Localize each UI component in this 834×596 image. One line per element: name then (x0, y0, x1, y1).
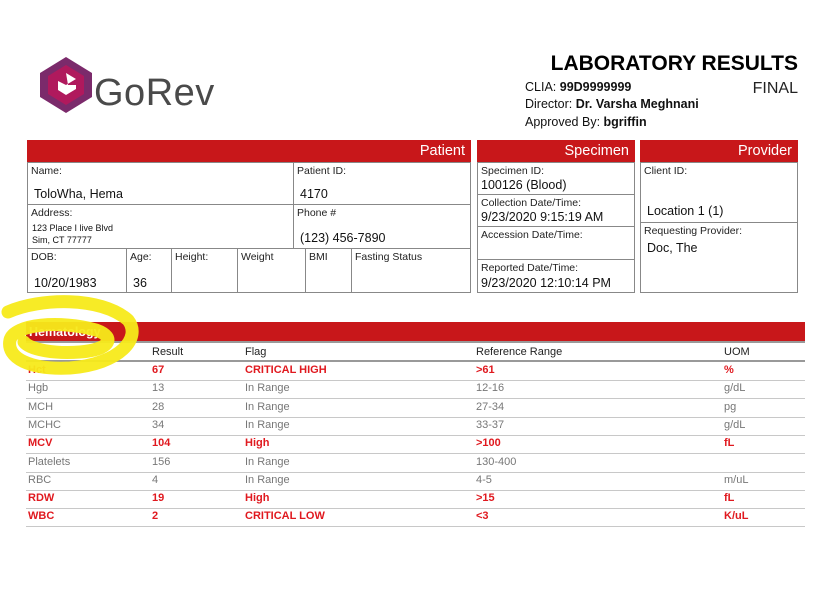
uom-value: g/dL (724, 418, 746, 431)
uom-value: K/uL (724, 510, 749, 523)
patient-id-cell: Patient ID: 4170 (293, 162, 471, 205)
report-title: LABORATORY RESULTS (550, 52, 798, 75)
reference-range: 4-5 (476, 473, 492, 486)
flag-value: CRITICAL LOW (245, 510, 325, 523)
provider-box: Client ID: Location 1 (1) Requesting Pro… (640, 162, 798, 293)
flag-value: CRITICAL HIGH (245, 364, 327, 376)
address-cell: Address: 123 Place I live Blvd Sim, CT 7… (27, 204, 294, 249)
height-cell: Height: (171, 248, 238, 293)
result-value: 104 (152, 437, 171, 450)
patient-header: Patient (27, 140, 471, 162)
provider-header: Provider (640, 140, 798, 162)
uom-value: g/dL (724, 382, 746, 395)
test-name: RDW (28, 492, 55, 505)
table-row: WBC 2 CRITICAL LOW <3 K/uL (26, 508, 805, 528)
col-uom: UOM (724, 346, 750, 358)
test-name: MCV (28, 437, 53, 450)
result-value: 156 (152, 455, 171, 468)
result-value: 2 (152, 510, 159, 523)
report-status: FINAL (752, 80, 798, 97)
result-value: 19 (152, 492, 165, 505)
table-row: MCV 104 High >100 fL (26, 435, 805, 455)
table-row: MCH 28 In Range 27-34 pg (26, 399, 805, 418)
table-row: MCHC 34 In Range 33-37 g/dL (26, 417, 805, 436)
reference-range: >100 (476, 437, 501, 450)
table-row: RDW 19 High >15 fL (26, 490, 805, 510)
uom-value: m/uL (724, 473, 749, 486)
reference-range: <3 (476, 510, 489, 523)
flag-value: High (245, 437, 270, 450)
result-value: 34 (152, 418, 165, 431)
test-name: MCHC (28, 418, 61, 431)
specimen-box: Specimen ID: 100126 (Blood) Collection D… (477, 162, 635, 293)
result-value: 4 (152, 473, 159, 486)
age-cell: Age: 36 (126, 248, 172, 293)
test-name: Platelets (28, 455, 71, 468)
flag-value: In Range (245, 455, 290, 468)
col-flag: Flag (245, 346, 267, 358)
hematology-divider (26, 341, 805, 343)
flag-value: In Range (245, 382, 290, 395)
name-cell: Name: ToloWha, Hema (27, 162, 294, 205)
reported-cell: Reported Date/Time: 9/23/2020 12:10:14 P… (477, 259, 635, 293)
reference-range: 33-37 (476, 418, 505, 431)
test-name: RBC (28, 473, 52, 486)
reference-range: 27-34 (476, 400, 505, 413)
uom-value: pg (724, 400, 737, 413)
uom-value: fL (724, 492, 735, 505)
col-range: Reference Range (476, 346, 563, 358)
collection-cell: Collection Date/Time: 9/23/2020 9:15:19 … (477, 194, 635, 227)
col-result: Result (152, 346, 184, 358)
specimen-id-cell: Specimen ID: 100126 (Blood) (477, 162, 635, 195)
dob-cell: DOB: 10/20/1983 (27, 248, 127, 293)
table-row: Hgb 13 In Range 12-16 g/dL (26, 380, 805, 400)
reference-range: 12-16 (476, 382, 505, 395)
table-row: RBC 4 In Range 4-5 m/uL (26, 472, 805, 491)
logo-text: GoRev (94, 72, 215, 114)
flag-value: High (245, 492, 270, 505)
patient-id: 4170 (300, 187, 328, 201)
result-value: 28 (152, 400, 165, 413)
highlight-scribble (1, 295, 139, 375)
table-row: Hct 67 CRITICAL HIGH >61% (26, 362, 805, 381)
patient-name: ToloWha, Hema (34, 187, 123, 201)
gorev-logo-icon (40, 57, 92, 113)
bmi-cell: BMI (305, 248, 352, 293)
test-name: MCH (28, 400, 54, 413)
flag-value: In Range (245, 473, 290, 486)
clia-line: CLIA: 99D9999999 (525, 80, 632, 94)
patient-box: Name: ToloWha, Hema Patient ID: 4170 Add… (27, 162, 471, 293)
result-value: 13 (152, 382, 165, 395)
accession-cell: Accession Date/Time: (477, 226, 635, 260)
hematology-bar (26, 322, 805, 342)
specimen-header: Specimen (477, 140, 635, 162)
reference-range: >61 (476, 364, 495, 376)
test-name: WBC (28, 510, 55, 523)
table-row: Platelets 156 In Range 130-400 (26, 454, 805, 473)
test-name: Hgb (28, 382, 49, 395)
reference-range: 130-400 (476, 455, 517, 468)
uom-value: fL (724, 437, 735, 450)
uom-value: % (724, 364, 734, 376)
fasting-cell: Fasting Status (351, 248, 471, 293)
phone-value: (123) 456-7890 (300, 231, 386, 245)
approved-line: Approved By: bgriffin (525, 115, 647, 129)
reference-range: >15 (476, 492, 495, 505)
requesting-cell: Requesting Provider: Doc, The (640, 222, 798, 293)
director-line: Director: Dr. Varsha Meghnani (525, 97, 699, 111)
client-cell: Client ID: Location 1 (1) (640, 162, 798, 223)
flag-value: In Range (245, 418, 290, 431)
phone-cell: Phone # (123) 456-7890 (293, 204, 471, 249)
flag-value: In Range (245, 400, 290, 413)
weight-cell: Weight (237, 248, 306, 293)
result-value: 67 (152, 364, 165, 376)
